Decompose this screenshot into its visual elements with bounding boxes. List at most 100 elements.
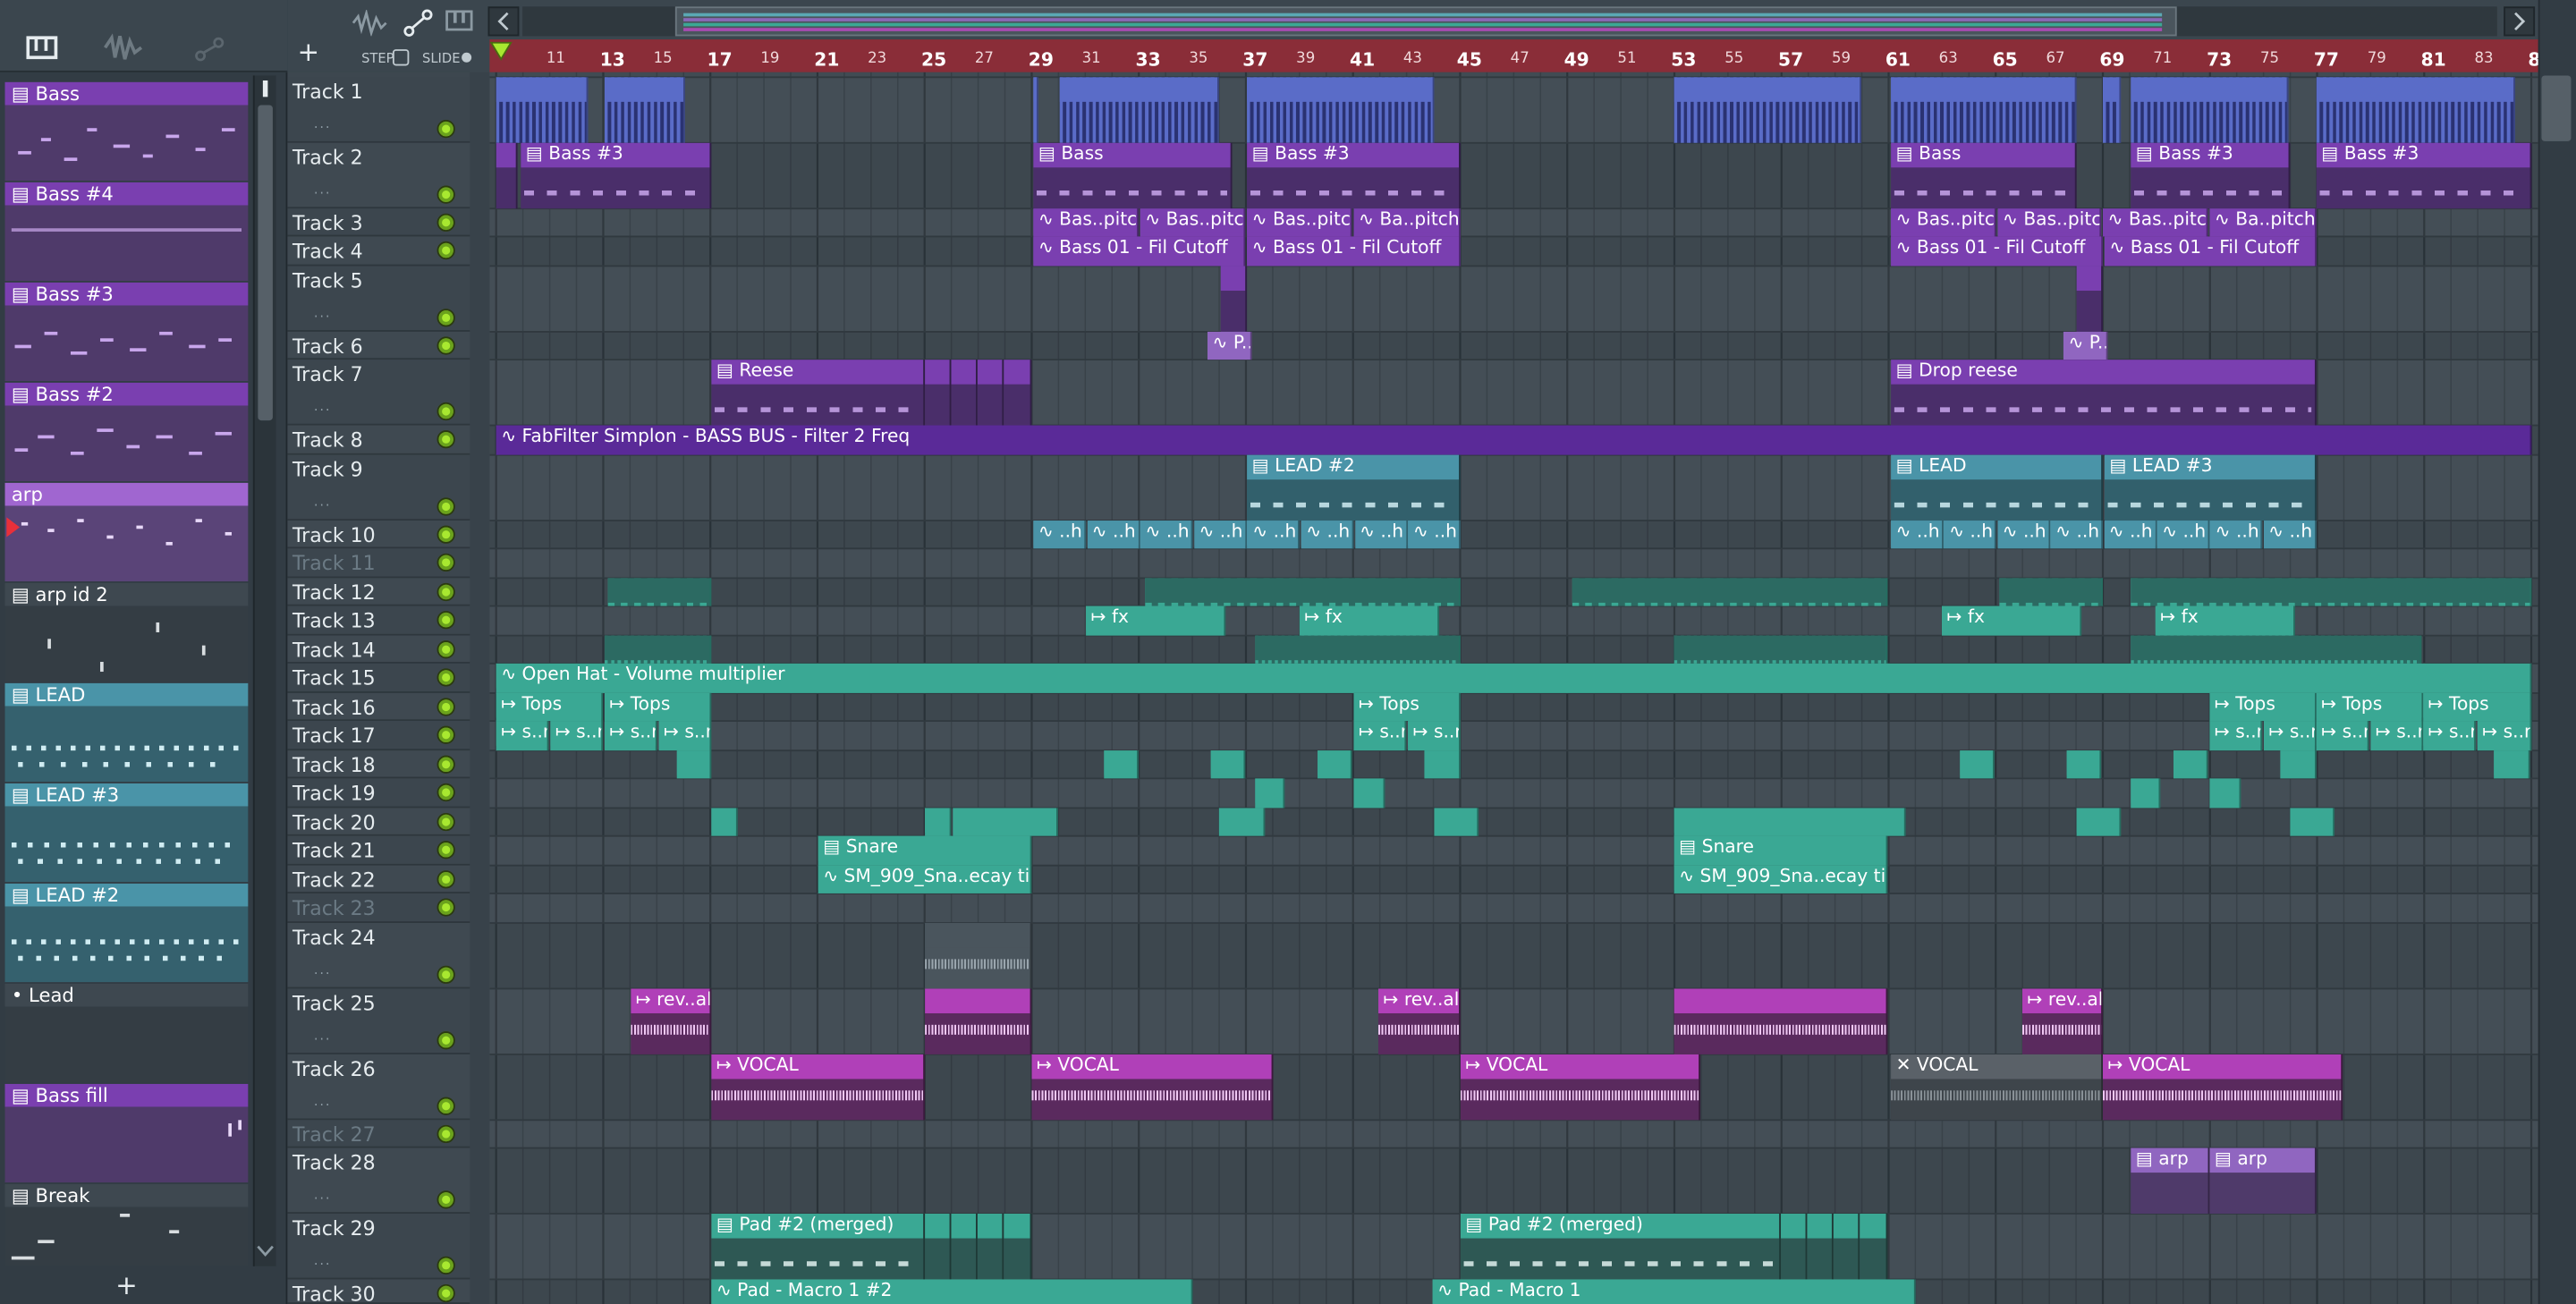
pattern-item-selected[interactable]: arp	[4, 482, 249, 506]
pattern-item[interactable]: ▤ Bass #2	[4, 382, 249, 406]
track-header[interactable]: Track 3	[287, 208, 470, 237]
playlist-clip[interactable]	[977, 1214, 1004, 1280]
playlist-clip[interactable]	[925, 360, 952, 426]
playlist-clip[interactable]	[1807, 1214, 1834, 1280]
playlist-clip[interactable]: ∿ Bas..pitch	[1140, 208, 1246, 237]
playlist-clip[interactable]	[1318, 750, 1352, 779]
playlist-clip[interactable]: ↦ s..r	[1408, 721, 1461, 751]
track-header[interactable]: Track 15	[287, 663, 470, 693]
drum-clip[interactable]	[604, 635, 712, 664]
pattern-item[interactable]: ▤ LEAD #3	[4, 783, 249, 807]
track-header[interactable]: Track 10	[287, 521, 470, 549]
pattern-item[interactable]: ▤ Bass #4	[4, 182, 249, 206]
playlist-clip[interactable]	[2131, 778, 2161, 809]
track-mute-led[interactable]	[436, 553, 455, 572]
playlist-clip[interactable]	[1860, 1214, 1888, 1280]
playlist-clip[interactable]: ▤ Bass #3	[521, 142, 712, 209]
track-header[interactable]: Track 6	[287, 331, 470, 360]
pattern-item[interactable]: ▤ LEAD	[4, 682, 249, 707]
snap-tool-icon[interactable]	[445, 10, 475, 33]
playlist-clip[interactable]: ∿ ..h	[2263, 521, 2317, 549]
playlist-clip[interactable]: ↦ fx	[2155, 605, 2295, 636]
playlist-clip[interactable]: ∿ ..h	[2157, 521, 2210, 549]
drum-clip[interactable]	[1255, 635, 1461, 664]
playlist-clip[interactable]: ∿ Pad - Macro 1 #2	[711, 1279, 1193, 1304]
track-mute-led[interactable]	[436, 185, 455, 204]
playlist-clip[interactable]	[2290, 808, 2334, 836]
playlist-clip[interactable]: ▤ Snare	[1674, 835, 1888, 866]
playlist-clip[interactable]: ▤ LEAD #3	[2104, 454, 2317, 521]
draw-tool-icon[interactable]	[402, 6, 436, 39]
playlist-clip[interactable]: ▤ Bass #3	[2131, 142, 2291, 209]
playlist-clip[interactable]: ∿ ..h	[1193, 521, 1247, 549]
track-header[interactable]: Track 13	[287, 605, 470, 636]
playlist-clip[interactable]: ∿ Bass 01 - Fil Cutoff	[1891, 236, 2104, 267]
playlist-vertical-scrollbar[interactable]	[2538, 0, 2576, 1304]
playlist-clip[interactable]: ▤ LEAD	[1891, 454, 2104, 521]
playlist-clip[interactable]: ↦ rev..al	[2022, 988, 2104, 1054]
playlist-clip[interactable]: ▤ Pad #2 (merged)	[711, 1214, 926, 1280]
playlist-clip[interactable]: ∿ Bas..pitch	[1891, 208, 1996, 237]
drum-clip[interactable]	[604, 77, 685, 143]
scroll-right-button[interactable]	[2504, 6, 2536, 37]
playlist-clip[interactable]: ∿ ..h	[1891, 521, 1944, 549]
picker-scrollbar-thumb[interactable]	[258, 105, 273, 421]
drum-clip[interactable]	[1059, 77, 1219, 143]
audio-clip-icon[interactable]	[102, 33, 145, 63]
track-mute-led[interactable]	[436, 1097, 455, 1115]
track-header[interactable]: Track 18	[287, 750, 470, 779]
playlist-clip[interactable]	[1833, 1214, 1860, 1280]
track-mute-led[interactable]	[436, 1190, 455, 1209]
drum-clip[interactable]	[496, 77, 589, 143]
drum-clip[interactable]	[1999, 578, 2104, 606]
playlist-clip[interactable]	[1004, 360, 1032, 426]
playlist-clip[interactable]	[496, 142, 518, 209]
playlist-clip[interactable]	[2494, 750, 2530, 779]
pattern-item[interactable]: ▤ LEAD #2	[4, 883, 249, 907]
playlist-clip[interactable]	[2076, 808, 2122, 836]
playlist-clip[interactable]: ↦ Tops	[2316, 692, 2424, 722]
playlist-clip[interactable]: ↦ s..r	[1353, 721, 1407, 751]
drum-clip[interactable]	[2131, 635, 2422, 664]
track-grip[interactable]: ...	[314, 1094, 332, 1109]
playlist-clip[interactable]: ∿ ..h	[1033, 521, 1087, 549]
track-grip[interactable]: ...	[314, 306, 332, 321]
pattern-item[interactable]: ▤ Bass #3	[4, 282, 249, 306]
track-grip[interactable]: ...	[314, 399, 332, 414]
track-mute-led[interactable]	[436, 640, 455, 659]
playlist-clip[interactable]	[925, 1214, 952, 1280]
playlist-clip[interactable]	[2173, 750, 2208, 779]
track-mute-led[interactable]	[436, 213, 455, 232]
playlist-clip[interactable]	[951, 360, 978, 426]
pattern-item[interactable]: ▤ Break	[4, 1183, 249, 1207]
playlist-clip[interactable]	[1210, 750, 1246, 779]
playhead-marker-icon[interactable]	[489, 41, 513, 64]
playlist-clip[interactable]	[953, 808, 1058, 836]
drum-clip[interactable]	[2103, 77, 2122, 143]
playlist-clip[interactable]	[1104, 750, 1139, 779]
overview-bar[interactable]	[522, 6, 2497, 37]
playlist-clip[interactable]: ∿ ..h	[1408, 521, 1462, 549]
track-mute-led[interactable]	[436, 309, 455, 327]
playlist-clip[interactable]: ↦ Tops	[604, 692, 712, 722]
playlist-clip[interactable]: ∿ ..h	[1944, 521, 1997, 549]
track-mute-led[interactable]	[436, 120, 455, 139]
chevron-down-icon[interactable]	[257, 1245, 275, 1258]
playlist-clip[interactable]: ↦ fx	[1299, 605, 1439, 636]
playlist-clip[interactable]: ∿ Bass 01 - Fil Cutoff	[1033, 236, 1246, 267]
playlist-clip[interactable]: ↦ s..r	[496, 721, 549, 751]
track-grip[interactable]: ...	[314, 495, 332, 510]
playlist-clip[interactable]: ▤ arp	[2131, 1147, 2210, 1215]
playlist-clip[interactable]	[1960, 750, 1995, 779]
playlist-clip[interactable]: ↦ Tops	[2209, 692, 2317, 722]
track-header[interactable]: Track 28...	[287, 1147, 470, 1215]
playlist-clip[interactable]: ∿ ..h	[1354, 521, 1408, 549]
track-header[interactable]: Track 9...	[287, 454, 470, 521]
automation-clip-icon[interactable]	[194, 36, 227, 62]
playlist-clip[interactable]: ∿ Bas..pitch	[1033, 208, 1139, 237]
scroll-left-button[interactable]	[487, 6, 520, 37]
track-header[interactable]: Track 11	[287, 548, 470, 579]
playlist-clip[interactable]: ↦ s..r	[604, 721, 657, 751]
drum-clip[interactable]	[1145, 578, 1461, 606]
pattern-item[interactable]: ▤ Bass	[4, 81, 249, 106]
